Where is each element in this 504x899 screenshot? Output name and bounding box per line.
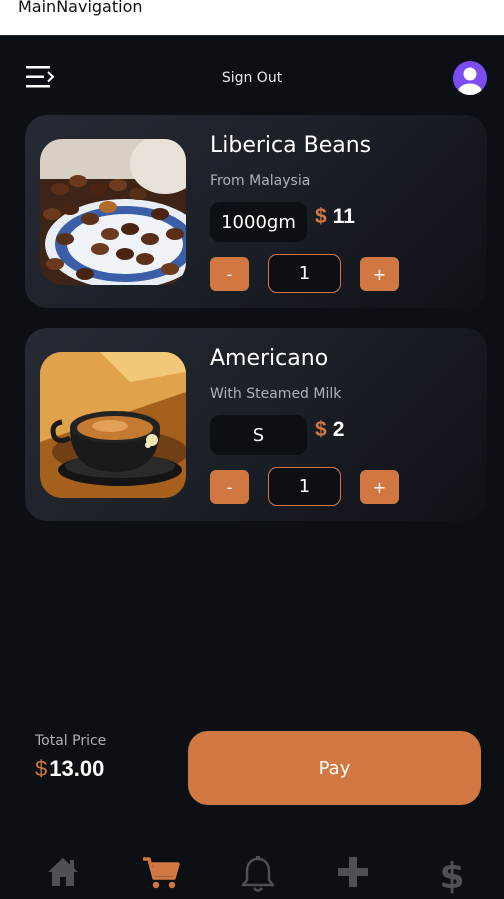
item-price: $2 (315, 418, 344, 442)
currency-symbol: $ (315, 418, 327, 441)
currency-symbol: $ (35, 756, 48, 781)
item-price: $11 (315, 205, 355, 229)
window-title: MainNavigation (18, 0, 143, 16)
item-name: Liberica Beans (210, 133, 372, 158)
app-header: Sign Out (0, 36, 504, 116)
item-price-value: 11 (332, 205, 355, 228)
currency-symbol: $ (315, 205, 327, 228)
item-subtitle: From Malaysia (210, 173, 311, 189)
quantity-field[interactable]: 1 (268, 467, 341, 506)
quantity-field[interactable]: 1 (268, 254, 341, 293)
user-avatar-icon[interactable] (453, 61, 487, 95)
increment-button[interactable]: + (360, 470, 399, 504)
cart-item-card: Americano With Steamed Milk S $2 - 1 + (25, 328, 487, 521)
plus-icon[interactable] (338, 856, 368, 893)
item-size-badge: 1000gm (210, 202, 307, 242)
sign-out-link[interactable]: Sign Out (0, 70, 504, 86)
increment-button[interactable]: + (360, 257, 399, 291)
item-name: Americano (210, 346, 329, 371)
cart-item-card: Liberica Beans From Malaysia 1000gm $11 … (25, 115, 487, 308)
bottom-navigation: $ (0, 850, 504, 899)
decrement-button[interactable]: - (210, 470, 249, 504)
item-price-value: 2 (332, 418, 345, 441)
dollar-icon[interactable]: $ (439, 856, 464, 899)
item-size-badge: S (210, 415, 307, 455)
svg-text:$: $ (440, 856, 464, 894)
total-price-label: Total Price (35, 733, 107, 749)
cart-icon[interactable] (142, 856, 180, 895)
home-icon[interactable] (46, 856, 80, 893)
coffee-beans-image (40, 139, 186, 285)
coffee-cup-image (40, 352, 186, 498)
decrement-button[interactable]: - (210, 257, 249, 291)
window-titlebar: MainNavigation (0, 0, 504, 36)
total-price-value: 13.00 (49, 756, 105, 781)
item-subtitle: With Steamed Milk (210, 386, 342, 402)
total-price: $13.00 (35, 756, 104, 782)
pay-button[interactable]: Pay (188, 731, 481, 805)
bell-icon[interactable] (241, 856, 275, 899)
